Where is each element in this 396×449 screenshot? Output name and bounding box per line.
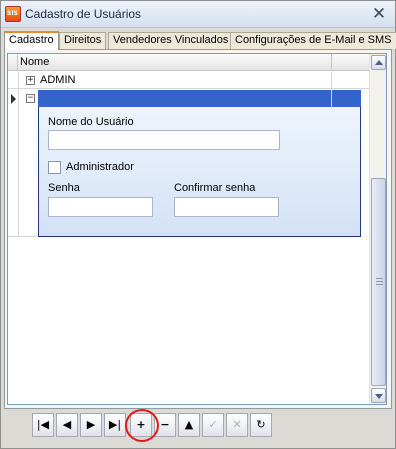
username-field[interactable] [48, 130, 280, 150]
cancel-record-button[interactable]: ✕ [226, 413, 248, 437]
expand-plus-icon[interactable]: + [26, 76, 35, 85]
annotation-circle [125, 409, 159, 442]
close-icon[interactable]: ✕ [369, 3, 389, 25]
arrow-down-icon [375, 394, 383, 399]
edit-record-button[interactable]: ▲ [178, 413, 200, 437]
tab-configuracoes-email-sms[interactable]: Configurações de E-Mail e SMS [230, 32, 396, 49]
column-header-nome[interactable]: Nome [20, 56, 49, 68]
grip-line [376, 278, 383, 279]
tab-direitos[interactable]: Direitos [59, 32, 107, 49]
title-bar: SIS Cadastro de Usuários ✕ [1, 1, 395, 28]
tab-vendedores-vinculados[interactable]: Vendedores Vinculados [108, 32, 234, 49]
scroll-up-button[interactable] [371, 55, 386, 70]
user-registration-window: SIS Cadastro de Usuários ✕ Cadastro Dire… [0, 0, 396, 449]
scroll-down-button[interactable] [371, 388, 386, 403]
indicator-column-header [8, 54, 18, 71]
username-label: Nome do Usuário [48, 116, 134, 128]
password-label: Senha [48, 182, 80, 194]
column-separator [331, 54, 332, 71]
prior-record-button[interactable]: ◀ [56, 413, 78, 437]
window-title: Cadastro de Usuários [25, 7, 142, 21]
refresh-button[interactable]: ↻ [250, 413, 272, 437]
table-row[interactable]: + ADMIN [8, 72, 370, 89]
grip-line [376, 284, 383, 285]
collapse-minus-icon[interactable]: − [26, 94, 35, 103]
password-field[interactable] [48, 197, 153, 217]
arrow-up-icon [375, 60, 383, 65]
detail-form: Nome do Usuário Administrador Senha Conf… [38, 107, 361, 237]
last-record-button[interactable]: ▶| [104, 413, 126, 437]
tab-cadastro[interactable]: Cadastro [4, 31, 59, 50]
vertical-scrollbar[interactable] [369, 54, 386, 404]
table-row-selected[interactable]: − [8, 90, 370, 107]
app-logo-icon: SIS [5, 6, 21, 22]
grid-line [18, 72, 19, 236]
grip-line [376, 281, 383, 282]
tab-strip: Cadastro Direitos Vendedores Vinculados … [4, 31, 396, 50]
current-row-arrow-icon [11, 94, 16, 104]
first-record-button[interactable]: |◀ [32, 413, 54, 437]
users-grid[interactable]: Nome + ADMIN − Nome do Usuário Administr… [7, 53, 387, 405]
confirm-password-field[interactable] [174, 197, 279, 217]
grid-header: Nome [8, 54, 370, 71]
administrator-label: Administrador [66, 161, 134, 173]
confirm-password-label: Confirmar senha [174, 182, 256, 194]
administrator-checkbox[interactable] [48, 161, 61, 174]
post-record-button[interactable]: ✓ [202, 413, 224, 437]
scroll-thumb[interactable] [371, 178, 386, 386]
row-name: ADMIN [40, 74, 76, 86]
selected-row-highlight [38, 90, 361, 107]
next-record-button[interactable]: ▶ [80, 413, 102, 437]
